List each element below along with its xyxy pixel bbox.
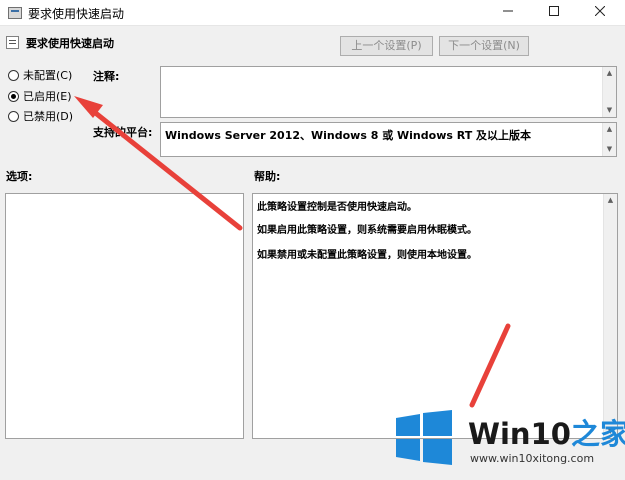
windows-logo-pane [396,414,420,436]
watermark-url: www.win10xitong.com [470,452,595,465]
windows-logo-icon [396,410,452,465]
annotation-arrow-line [85,104,243,231]
annotation-arrow-line [469,323,511,408]
windows-logo-pane [396,439,420,461]
windows-logo-pane [423,410,452,436]
windows-logo-pane [423,439,452,465]
watermark-brand: Win10之家 [468,411,625,453]
win10-watermark: Win10之家 www.win10xitong.com [392,405,625,480]
watermark-brand-en: Win10 [468,417,571,451]
watermark-brand-cn: 之家 [570,417,625,451]
